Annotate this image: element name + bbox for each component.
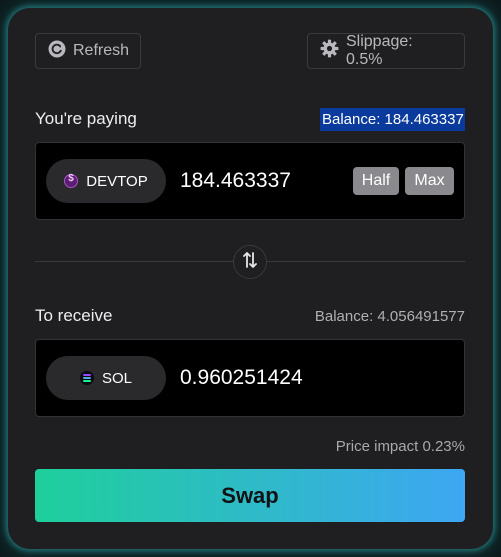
paying-label: You're paying: [35, 109, 137, 128]
gear-icon: [320, 39, 339, 63]
receive-input-box: SOL 0.960251424: [35, 339, 465, 417]
receive-label: To receive: [35, 306, 113, 325]
devtop-coin-icon: [64, 173, 79, 188]
paying-token-selector[interactable]: DEVTOP: [46, 159, 166, 203]
receive-amount: 0.960251424: [180, 366, 303, 389]
slippage-button[interactable]: Slippage: 0.5%: [307, 33, 465, 69]
price-impact: Price impact 0.23%: [335, 438, 465, 455]
slippage-label: Slippage: 0.5%: [346, 33, 413, 68]
receive-token-symbol: SOL: [101, 369, 132, 387]
receive-token-selector[interactable]: SOL: [46, 356, 166, 400]
refresh-button[interactable]: Refresh: [35, 33, 141, 69]
paying-input-box[interactable]: DEVTOP 184.463337 Half Max: [35, 142, 465, 220]
half-button[interactable]: Half: [353, 167, 399, 195]
sol-coin-icon: [79, 371, 94, 385]
receive-balance: Balance: 4.056491577: [314, 308, 465, 325]
max-button[interactable]: Max: [405, 167, 454, 195]
swap-card: Refresh Slippage: 0.5% You're paying Bal…: [8, 8, 493, 549]
paying-token-symbol: DEVTOP: [86, 172, 148, 190]
switch-direction-button[interactable]: [233, 245, 267, 279]
paying-balance[interactable]: Balance: 184.463337: [320, 108, 465, 131]
swap-arrows-icon: [242, 251, 258, 274]
refresh-icon: [48, 40, 66, 63]
refresh-label: Refresh: [73, 42, 130, 59]
swap-button[interactable]: Swap: [35, 469, 465, 522]
paying-amount-input[interactable]: 184.463337: [180, 169, 291, 193]
